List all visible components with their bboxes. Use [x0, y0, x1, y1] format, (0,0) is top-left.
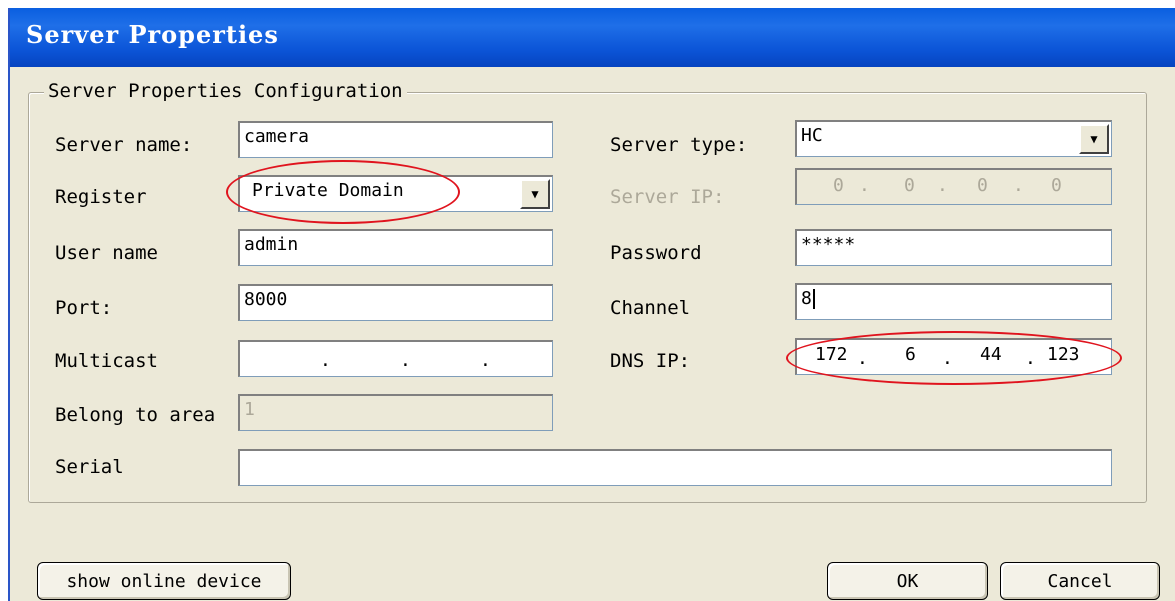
- channel-value: 8: [801, 288, 812, 309]
- dns-ip-octet-4: 123: [1047, 344, 1080, 365]
- multicast-dot-3: .: [480, 350, 491, 371]
- server-name-input[interactable]: camera: [238, 121, 553, 158]
- server-ip-octet-3: 0: [977, 175, 988, 196]
- title-bar[interactable]: Server Properties: [10, 8, 1175, 67]
- password-label: Password: [610, 242, 702, 264]
- register-dropdown-button[interactable]: ▼: [520, 179, 550, 209]
- server-ip-input: 0 . 0 . 0 . 0: [795, 168, 1112, 205]
- user-name-value: admin: [244, 234, 299, 255]
- dns-ip-dot-2: .: [942, 348, 953, 369]
- server-ip-label: Server IP:: [610, 186, 725, 208]
- serial-input[interactable]: [238, 449, 1112, 486]
- dns-ip-octet-3: 44: [980, 344, 1002, 365]
- serial-label: Serial: [55, 456, 124, 478]
- server-type-dropdown-button[interactable]: ▼: [1079, 124, 1109, 154]
- ok-button[interactable]: OK: [827, 562, 988, 600]
- dns-ip-label: DNS IP:: [610, 350, 691, 372]
- server-ip-dot-1: .: [859, 175, 870, 196]
- channel-input[interactable]: 8: [795, 283, 1112, 320]
- server-ip-dot-2: .: [937, 175, 948, 196]
- chevron-down-icon: ▼: [531, 187, 539, 201]
- multicast-ip-input[interactable]: . . .: [238, 340, 553, 377]
- register-label: Register: [55, 186, 147, 208]
- user-name-label: User name: [55, 242, 158, 264]
- show-online-device-button[interactable]: show online device: [37, 562, 291, 600]
- window-title: Server Properties: [26, 20, 279, 49]
- server-ip-octet-1: 0: [833, 175, 844, 196]
- server-type-label: Server type:: [610, 134, 748, 156]
- channel-label: Channel: [610, 297, 691, 319]
- belong-to-area-label: Belong to area: [55, 404, 216, 426]
- belong-to-area-value: 1: [244, 399, 255, 420]
- server-name-label: Server name:: [55, 134, 193, 156]
- server-ip-dot-3: .: [1013, 175, 1024, 196]
- password-value: *****: [801, 234, 856, 255]
- dns-ip-dot-1: .: [857, 348, 868, 369]
- belong-to-area-input: 1: [238, 394, 553, 431]
- port-input[interactable]: 8000: [238, 284, 553, 321]
- server-ip-octet-4: 0: [1051, 175, 1062, 196]
- multicast-label: Multicast: [55, 350, 158, 372]
- server-name-value: camera: [244, 126, 310, 147]
- multicast-dot-1: .: [320, 350, 331, 371]
- cancel-button[interactable]: Cancel: [1000, 562, 1160, 600]
- port-value: 8000: [244, 289, 288, 310]
- dns-ip-octet-2: 6: [905, 344, 916, 365]
- port-label: Port:: [55, 297, 113, 319]
- register-select[interactable]: Private Domain ▼: [238, 175, 553, 212]
- multicast-dot-2: .: [400, 350, 411, 371]
- register-selected-value: Private Domain: [252, 180, 404, 201]
- dns-ip-octet-1: 172: [815, 344, 848, 365]
- group-legend: Server Properties Configuration: [44, 80, 407, 102]
- server-type-selected-value: HC: [801, 125, 823, 146]
- dns-ip-dot-3: .: [1025, 348, 1036, 369]
- chevron-down-icon: ▼: [1090, 132, 1098, 146]
- server-type-select[interactable]: HC ▼: [795, 120, 1112, 157]
- server-ip-octet-2: 0: [904, 175, 915, 196]
- user-name-input[interactable]: admin: [238, 229, 553, 266]
- password-input[interactable]: *****: [795, 229, 1112, 266]
- text-caret: [812, 289, 815, 309]
- dns-ip-input[interactable]: 172 . 6 . 44 . 123: [795, 338, 1112, 375]
